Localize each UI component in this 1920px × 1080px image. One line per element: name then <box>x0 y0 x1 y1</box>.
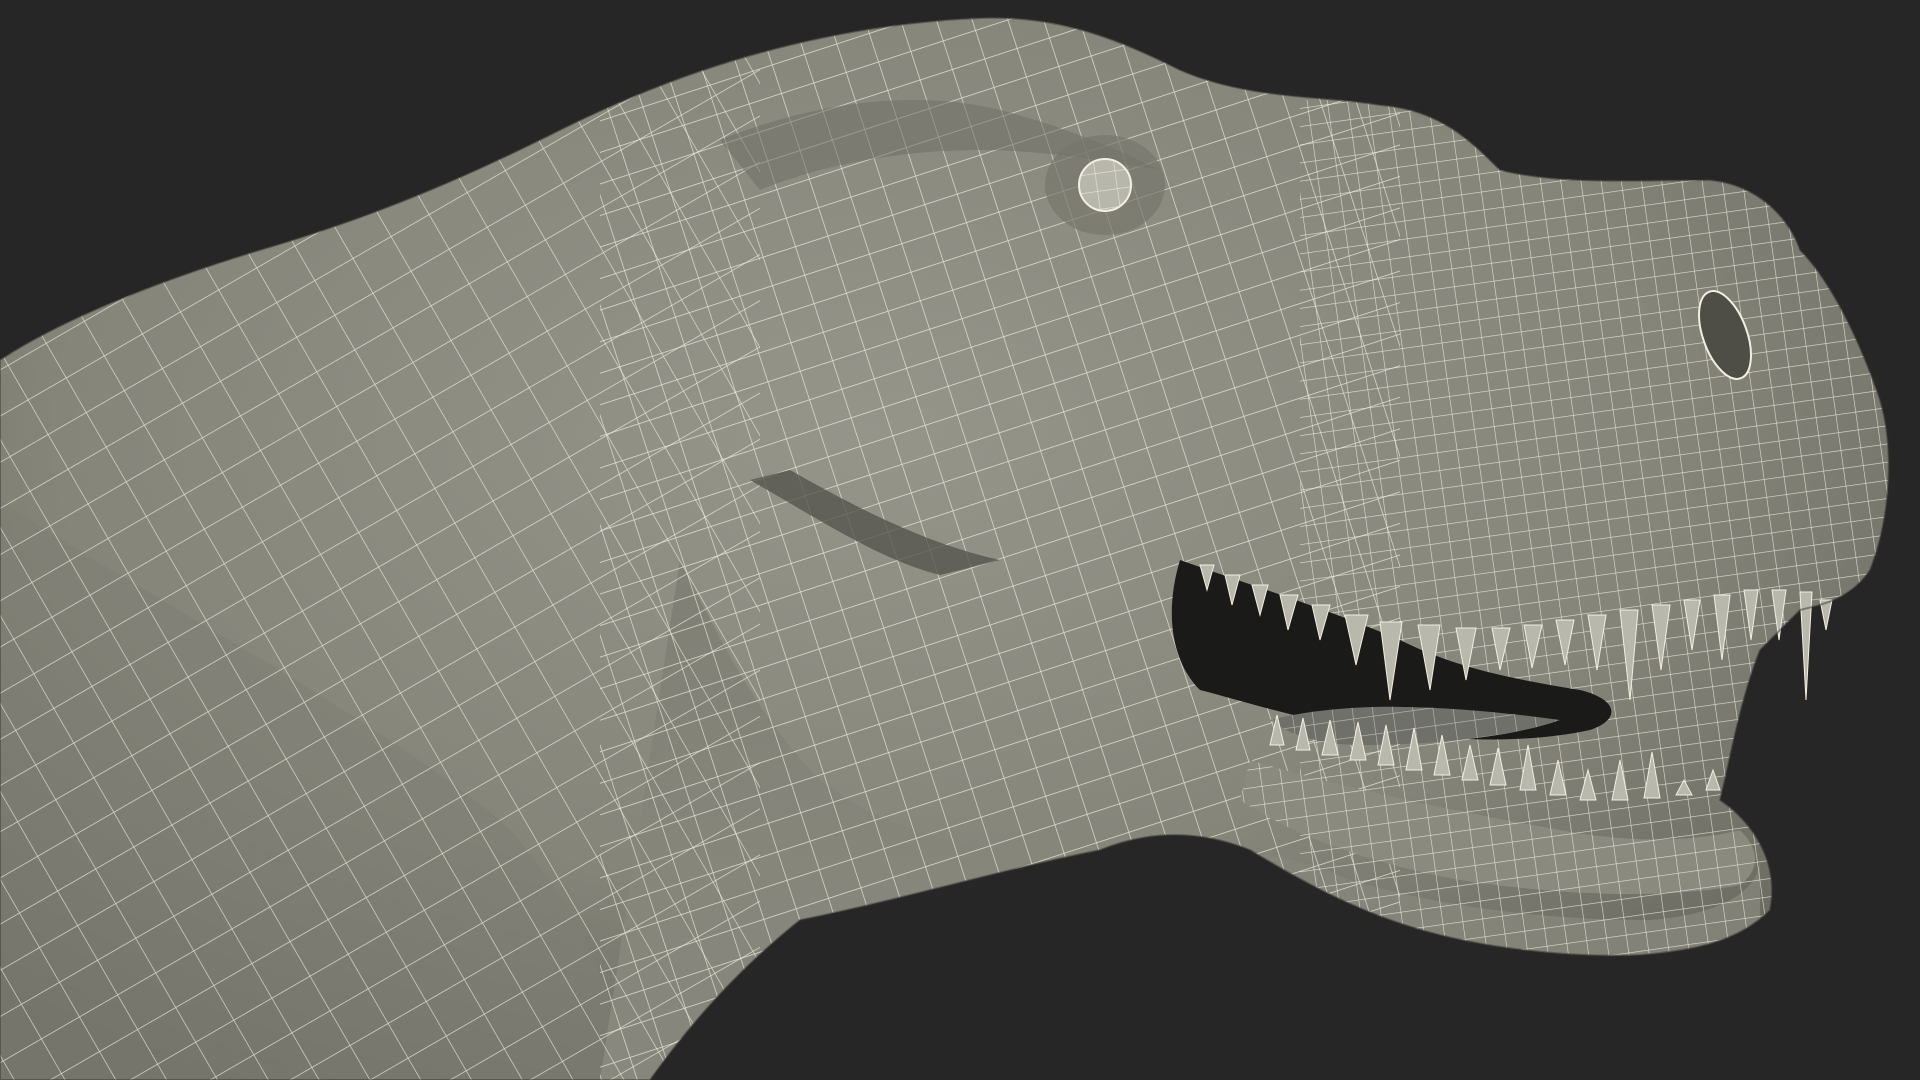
render-viewport <box>0 0 1920 1080</box>
eye <box>1045 135 1165 235</box>
t-rex-wireframe-render <box>0 0 1920 1080</box>
